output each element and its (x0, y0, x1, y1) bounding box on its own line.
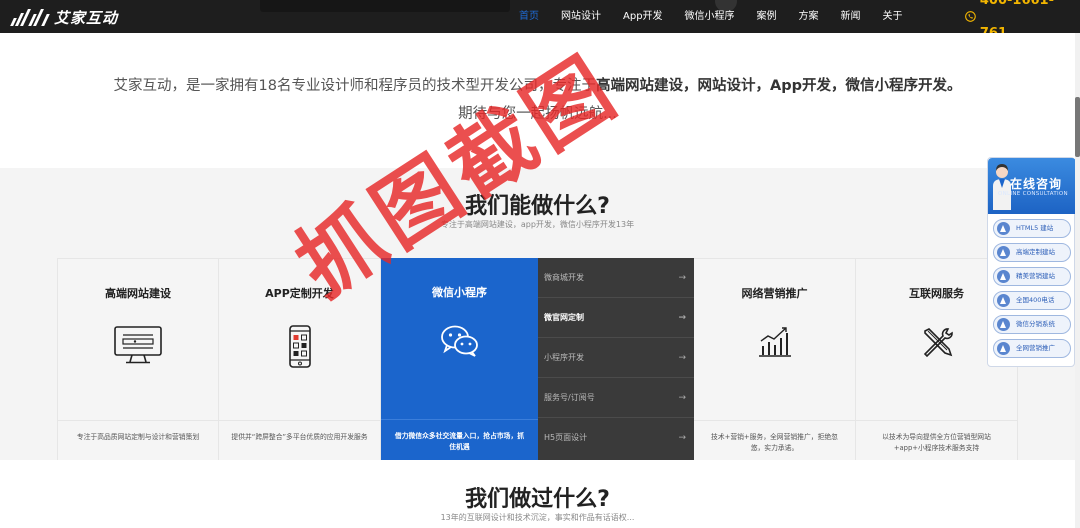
card-desc: 提供并“跨屏整合”多平台优质的应用开发服务 (219, 420, 380, 461)
submenu-item[interactable]: 服务号/订阅号 → (538, 378, 694, 418)
portfolio-subtitle: 13年的互联网设计和技术沉淀，事实和作品有话语权... (440, 513, 635, 522)
services-grid: 高端网站建设 专注于高品质网站定制与设计和营销策划 APP定制开发 提供并“跨屏… (57, 258, 1018, 461)
consult-button-400[interactable]: 全国400电话 (993, 291, 1071, 310)
card-desc: 专注于高品质网站定制与设计和营销策划 (58, 420, 218, 461)
submenu-item[interactable]: H5页面设计 → (538, 418, 694, 460)
online-consultation-panel: 在线咨询 ONLINE CONSULTATION HTML5 建站 高端定制建站… (987, 157, 1076, 367)
nav-item-web-design[interactable]: 网站设计 (550, 0, 612, 33)
submenu-item-label: 微商城开发 (544, 273, 584, 282)
consult-button-label: 精美营销建站 (1016, 272, 1055, 280)
monitor-icon (114, 326, 162, 364)
card-desc: 以技术为导向提供全方位营销型网站+app+小程序技术服务支持 (856, 420, 1017, 461)
card-title: 微信小程序 (432, 286, 487, 299)
service-card-marketing[interactable]: 网络营销推广 技术+营销+服务，全网营销推广，拒绝忽悠，实力承诺。 (694, 258, 856, 460)
consult-icon (997, 318, 1010, 331)
consultation-header[interactable]: 在线咨询 ONLINE CONSULTATION (988, 158, 1076, 214)
intro-text: 艾家互动，是一家拥有18名专业设计师和程序员的技术型开发公司，专注于高端网站建设… (0, 74, 1075, 95)
service-card-website[interactable]: 高端网站建设 专注于高品质网站定制与设计和营销策划 (57, 258, 219, 460)
submenu-item[interactable]: 微官网定制 → (538, 298, 694, 338)
submenu-item-label: H5页面设计 (544, 433, 588, 442)
arrow-right-icon: → (678, 313, 686, 323)
consult-icon (997, 270, 1010, 283)
wechat-icon (440, 325, 478, 357)
logo-text: 艾家互动 (54, 8, 119, 27)
consult-button-label: 全国400电话 (1016, 296, 1055, 304)
services-title: 我们能做什么? (465, 194, 610, 219)
intro-text-bold: 高端网站建设，网站设计，App开发，微信小程序开发。 (595, 78, 962, 94)
consult-button-custom[interactable]: 高端定制建站 (993, 243, 1071, 262)
logo-mark-icon (10, 8, 50, 26)
mini-program-submenu: 微商城开发 → 微官网定制 → 小程序开发 → 服务号/订阅号 → H5页面设计 → (538, 258, 694, 460)
main-nav: 首页 网站设计 App开发 微信小程序 案例 方案 新闻 关于 (508, 0, 914, 33)
hotline[interactable]: 400-1661-761 (965, 0, 1080, 41)
top-navbar: 艾家互动 首页 网站设计 App开发 微信小程序 案例 方案 新闻 关于 400… (0, 0, 1080, 41)
consult-button-html5[interactable]: HTML5 建站 (993, 219, 1071, 238)
consult-button-label: 全网营销推广 (1016, 344, 1055, 352)
header-banner-remnant (260, 0, 510, 12)
consult-button-wechat-dist[interactable]: 微信分销系统 (993, 315, 1071, 334)
arrow-right-icon: → (678, 273, 686, 283)
services-section: 我们能做什么? 专注于高端网站建设，app开发，微信小程序开发13年 高端网站建… (0, 168, 1080, 460)
tools-icon (923, 328, 953, 358)
consult-button-label: 高端定制建站 (1016, 248, 1055, 256)
intro-text-plain: 艾家互动，是一家拥有18名专业设计师和程序员的技术型开发公司，专注于 (113, 78, 596, 94)
portfolio-title: 我们做过什么? (465, 487, 610, 512)
consultation-subtitle: ONLINE CONSULTATION (998, 191, 1068, 197)
card-title: 网络营销推广 (741, 287, 808, 300)
scrollbar-thumb[interactable] (1075, 97, 1080, 157)
submenu-item-label: 服务号/订阅号 (544, 393, 595, 402)
nav-item-home[interactable]: 首页 (508, 0, 550, 33)
submenu-item[interactable]: 小程序开发 → (538, 338, 694, 378)
page: 艾家互动 首页 网站设计 App开发 微信小程序 案例 方案 新闻 关于 400… (0, 0, 1080, 528)
nav-item-app-dev[interactable]: App开发 (612, 0, 674, 33)
consult-icon (997, 246, 1010, 259)
mobile-app-icon (288, 325, 311, 368)
consult-icon (997, 342, 1010, 355)
card-desc: 借力微信众多社交流量入口，抢占市场，抓住机遇 (381, 419, 538, 460)
nav-item-news[interactable]: 新闻 (830, 0, 872, 33)
agent-avatar-icon (993, 164, 1011, 210)
nav-item-about[interactable]: 关于 (872, 0, 914, 33)
service-card-app[interactable]: APP定制开发 提供并“跨屏整合”多平台优质的应用开发服务 (219, 258, 381, 460)
nav-item-mini-program[interactable]: 微信小程序 (674, 0, 746, 33)
consult-icon (997, 294, 1010, 307)
arrow-right-icon: → (678, 433, 686, 443)
phone-icon (965, 11, 976, 22)
services-subtitle: 专注于高端网站建设，app开发，微信小程序开发13年 (440, 220, 635, 229)
card-title: APP定制开发 (265, 287, 334, 300)
consult-icon (997, 222, 1010, 235)
consult-button-label: 微信分销系统 (1016, 320, 1055, 328)
nav-item-solutions[interactable]: 方案 (788, 0, 830, 33)
vertical-scrollbar[interactable] (1075, 33, 1080, 528)
card-desc: 技术+营销+服务，全网营销推广，拒绝忽悠，实力承诺。 (694, 420, 855, 461)
intro-tagline: 期待与您一起扬帆远航... (458, 106, 617, 122)
arrow-right-icon: → (678, 353, 686, 363)
submenu-item-label: 小程序开发 (544, 353, 584, 362)
submenu-item[interactable]: 微商城开发 → (538, 258, 694, 298)
growth-chart-icon (758, 327, 791, 357)
consult-button-promotion[interactable]: 全网营销推广 (993, 339, 1071, 358)
intro-section: 艾家互动，是一家拥有18名专业设计师和程序员的技术型开发公司，专注于高端网站建设… (0, 33, 1080, 168)
arrow-right-icon: → (678, 393, 686, 403)
consult-button-label: HTML5 建站 (1016, 224, 1054, 232)
service-card-mini-program[interactable]: 微信小程序 借力微信众多社交流量入口，抢占市场，抓住机遇 (381, 258, 538, 460)
consultation-title: 在线咨询 (1010, 177, 1063, 191)
site-logo[interactable]: 艾家互动 (10, 5, 118, 29)
nav-item-cases[interactable]: 案例 (746, 0, 788, 33)
consult-button-marketing-site[interactable]: 精美营销建站 (993, 267, 1071, 286)
submenu-item-label: 微官网定制 (544, 313, 584, 322)
card-title: 高端网站建设 (105, 287, 171, 300)
